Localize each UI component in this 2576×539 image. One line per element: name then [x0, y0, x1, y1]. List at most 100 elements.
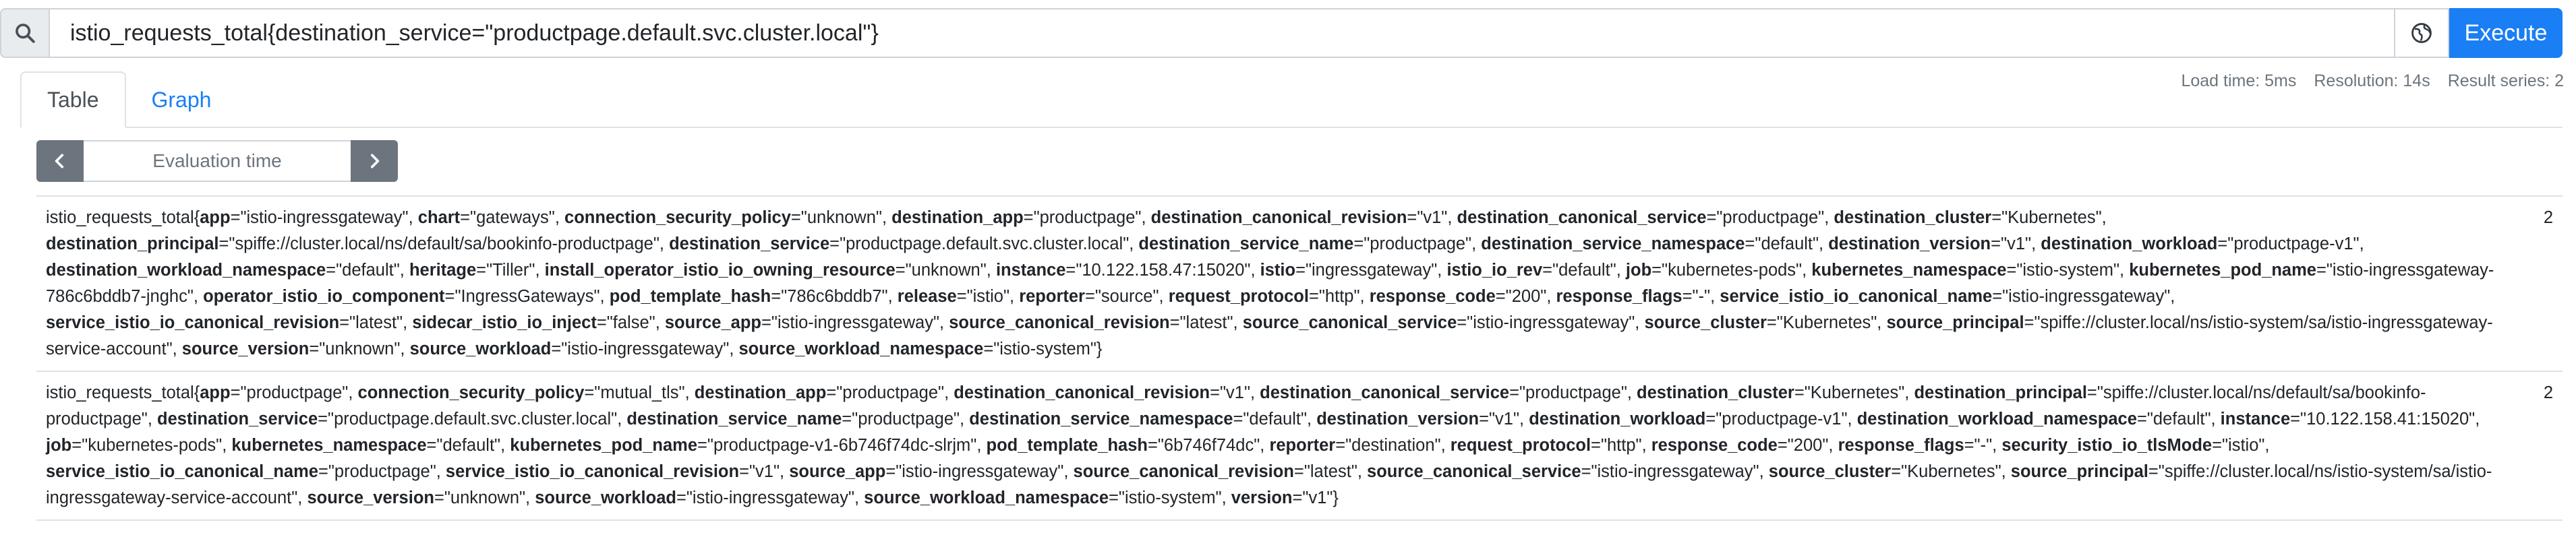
label-value: ="productpage",	[318, 462, 446, 481]
label-key: source_principal	[1886, 313, 2024, 332]
label-key: destination_cluster	[1834, 208, 1992, 227]
metric-name: istio_requests_total{	[46, 208, 200, 227]
label-value: ="v1",	[1210, 383, 1260, 402]
result-series: Result series: 2	[2447, 71, 2564, 90]
results-table: istio_requests_total{app="istio-ingressg…	[36, 195, 2563, 521]
metrics-explorer-button[interactable]	[2395, 8, 2449, 58]
label-value: ="default",	[426, 436, 510, 455]
label-value: ="Kubernetes",	[1766, 313, 1887, 332]
label-key: service_istio_io_canonical_name	[46, 462, 318, 481]
label-value: ="istio",	[2212, 436, 2270, 455]
tab-graph[interactable]: Graph	[126, 71, 237, 128]
label-value: ="productpage.default.svc.cluster.local"…	[318, 410, 627, 429]
label-value: ="v1",	[1479, 410, 1529, 429]
label-key: destination_app	[891, 208, 1024, 227]
eval-next-button[interactable]	[351, 140, 398, 182]
label-value: ="productpage",	[1353, 234, 1482, 253]
label-key: instance	[995, 261, 1066, 280]
label-value: ="10.122.158.41:15020",	[2290, 410, 2480, 429]
label-key: connection_security_policy	[564, 208, 791, 227]
label-key: job	[46, 436, 72, 455]
label-key: destination_workload_namespace	[1856, 410, 2137, 429]
label-key: source_app	[789, 462, 886, 481]
label-value: ="Kubernetes",	[1794, 383, 1914, 402]
label-value: ="productpage.default.svc.cluster.local"…	[829, 234, 1139, 253]
label-key: reporter	[1019, 287, 1085, 306]
label-key: source_principal	[2010, 462, 2148, 481]
label-value: ="http",	[1591, 436, 1651, 455]
label-key: source_workload_namespace	[864, 488, 1109, 507]
label-key: source_workload	[409, 340, 552, 358]
label-key: source_canonical_service	[1242, 313, 1457, 332]
label-key: destination_principal	[1914, 383, 2087, 402]
label-key: destination_canonical_service	[1457, 208, 1707, 227]
label-key: destination_service_namespace	[969, 410, 1233, 429]
series-labels: istio_requests_total{app="istio-ingressg…	[46, 208, 2494, 358]
label-key: heritage	[409, 261, 477, 280]
label-value: ="unknown",	[790, 208, 892, 227]
label-key: destination_workload_namespace	[46, 261, 326, 280]
label-key: release	[897, 287, 957, 306]
label-key: destination_workload	[1529, 410, 1706, 429]
label-key: response_code	[1651, 436, 1778, 455]
label-key: service_istio_io_canonical_revision	[46, 313, 340, 332]
label-key: source_canonical_service	[1367, 462, 1581, 481]
label-key: destination_version	[1828, 234, 1991, 253]
label-value: ="default",	[1542, 261, 1626, 280]
evaluation-time-input[interactable]: Evaluation time	[84, 140, 351, 182]
label-value: ="-",	[1682, 287, 1720, 306]
label-value: ="productpage",	[1023, 208, 1151, 227]
label-key: reporter	[1269, 436, 1336, 455]
label-key: destination_canonical_revision	[1150, 208, 1407, 227]
label-value: ="gateways",	[460, 208, 565, 227]
label-value: ="ingressgateway",	[1295, 261, 1447, 280]
label-key: service_istio_io_canonical_revision	[445, 462, 740, 481]
tab-table[interactable]: Table	[20, 71, 126, 128]
label-value: ="200",	[1777, 436, 1838, 455]
tab-divider	[20, 127, 2563, 128]
label-value: ="productpage",	[842, 410, 970, 429]
label-key: request_protocol	[1168, 287, 1309, 306]
label-value: ="-",	[1964, 436, 2002, 455]
query-input[interactable]: istio_requests_total{destination_service…	[49, 8, 2395, 58]
evaluation-time-group: Evaluation time	[36, 140, 398, 182]
label-key: instance	[2220, 410, 2291, 429]
label-value: ="productpage",	[1706, 208, 1834, 227]
label-value: ="unknown",	[309, 340, 410, 358]
label-key: response_flags	[1838, 436, 1964, 455]
label-key: source_app	[664, 313, 761, 332]
label-key: destination_principal	[46, 234, 219, 253]
label-value: ="IngressGateways",	[444, 287, 610, 306]
label-value: ="default",	[2136, 410, 2221, 429]
label-key: kubernetes_pod_name	[510, 436, 698, 455]
chevron-left-icon	[55, 154, 64, 168]
label-value: ="istio-ingressgateway",	[761, 313, 949, 332]
series-value: 2	[2543, 383, 2553, 402]
label-key: destination_canonical_service	[1260, 383, 1510, 402]
label-key: response_flags	[1556, 287, 1682, 306]
label-key: destination_service_name	[626, 410, 842, 429]
label-value: ="istio-ingressgateway",	[551, 340, 739, 358]
chevron-right-icon	[370, 154, 380, 168]
execute-button[interactable]: Execute	[2449, 8, 2563, 58]
label-value: ="kubernetes-pods",	[71, 436, 232, 455]
label-key: connection_security_policy	[357, 383, 585, 402]
label-key: source_version	[181, 340, 310, 358]
label-key: service_istio_io_canonical_name	[1720, 287, 1993, 306]
label-value: ="latest",	[1169, 313, 1243, 332]
label-value: ="istio-system",	[2006, 261, 2130, 280]
label-value: ="istio-ingressgateway",	[1992, 287, 2175, 306]
label-key: sidecar_istio_io_inject	[412, 313, 597, 332]
series-labels: istio_requests_total{app="productpage", …	[46, 383, 2492, 507]
label-value: ="786c6bddb7",	[771, 287, 898, 306]
label-value: ="istio-ingressgateway",	[885, 462, 1074, 481]
eval-prev-button[interactable]	[36, 140, 84, 182]
label-value: ="false",	[596, 313, 665, 332]
label-value: ="default",	[1233, 410, 1317, 429]
label-value: ="v1",	[1407, 208, 1457, 227]
label-key: operator_istio_io_component	[203, 287, 445, 306]
label-value: ="productpage-v1",	[1705, 410, 1857, 429]
label-key: source_workload	[535, 488, 676, 507]
label-key: pod_template_hash	[609, 287, 771, 306]
label-value: ="istio-ingressgateway",	[1581, 462, 1769, 481]
